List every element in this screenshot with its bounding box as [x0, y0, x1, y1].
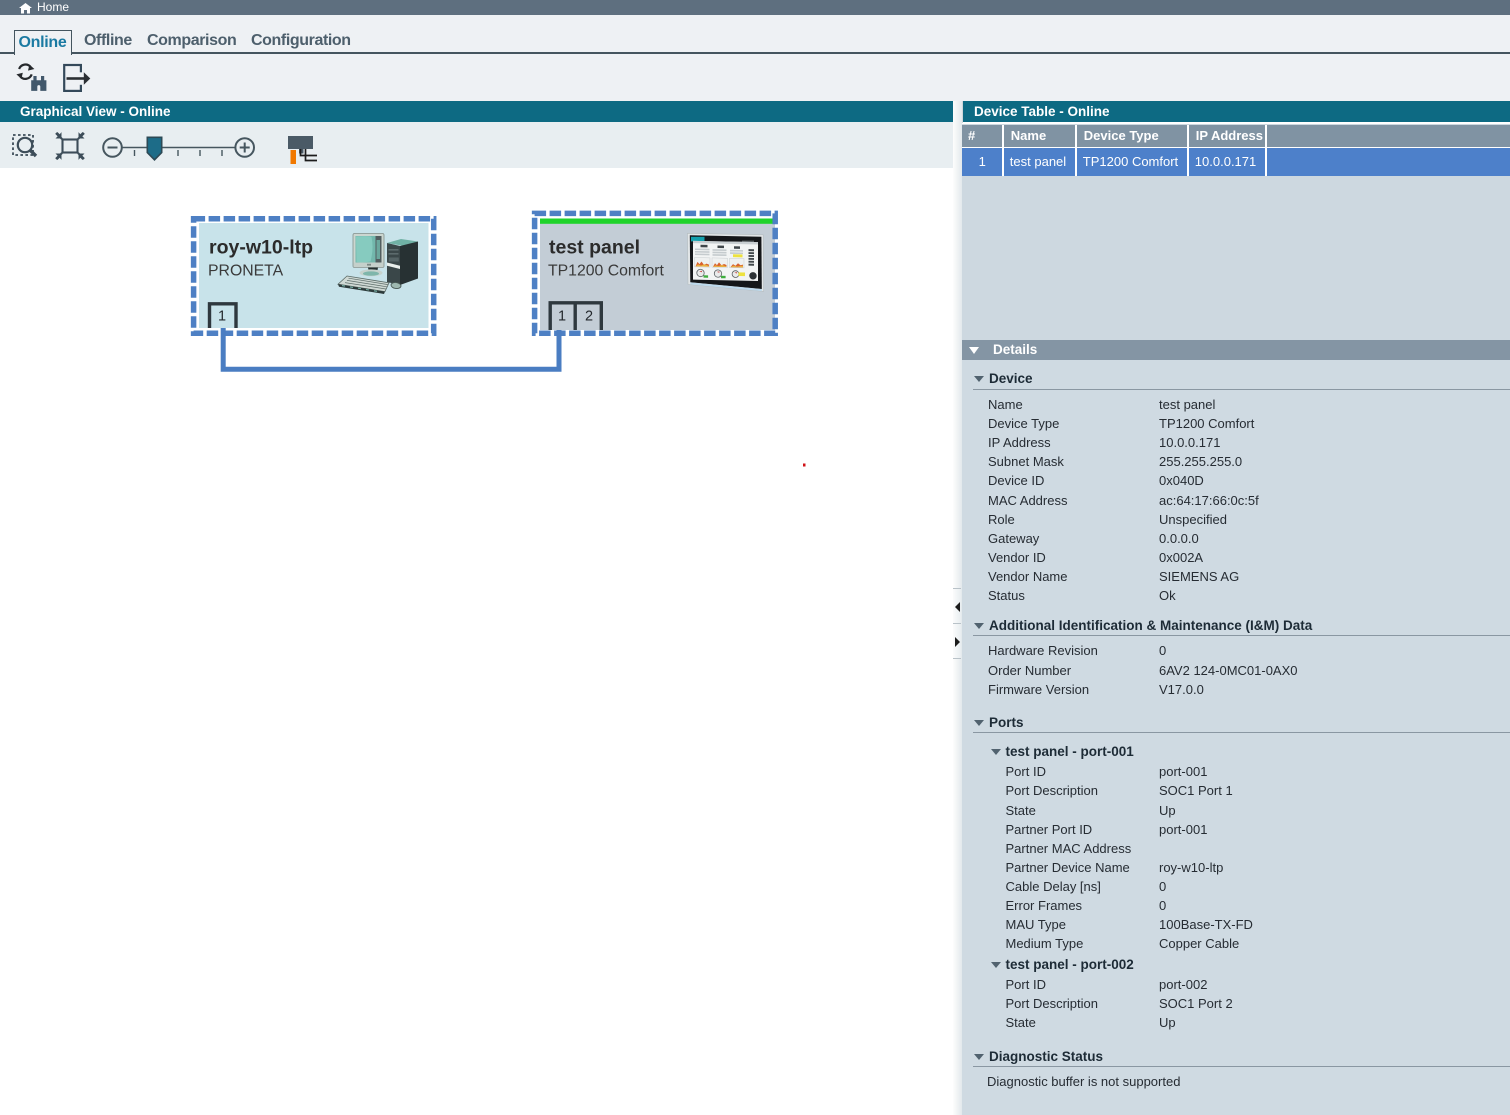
svg-text:1: 1 — [218, 309, 226, 325]
svg-text:test panel: test panel — [549, 237, 640, 259]
svg-text:TP1200 Comfort: TP1200 Comfort — [548, 263, 665, 280]
svg-text:roy-w10-ltp: roy-w10-ltp — [209, 237, 313, 259]
svg-text:1: 1 — [558, 309, 566, 325]
svg-text:2: 2 — [585, 309, 593, 325]
svg-text:PRONETA: PRONETA — [208, 263, 284, 280]
